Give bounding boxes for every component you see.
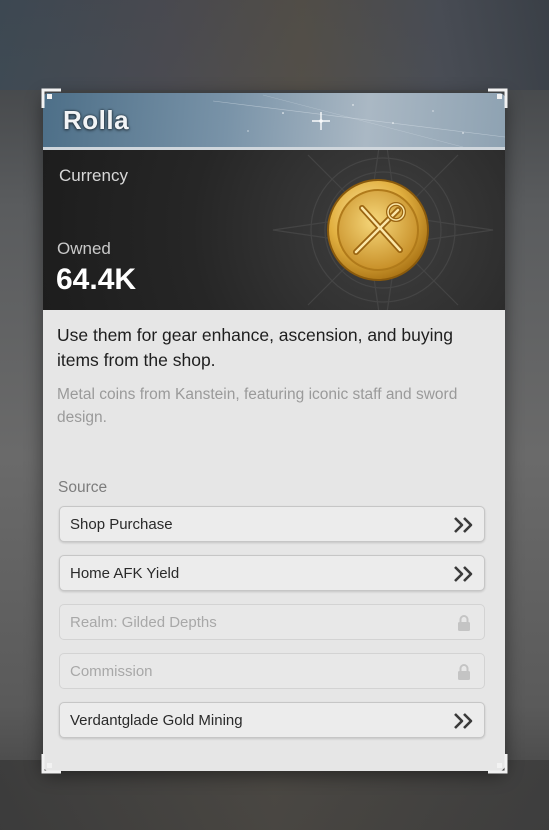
owned-value: 64.4K <box>56 263 137 296</box>
source-commission-button[interactable]: Commission <box>59 653 485 689</box>
double-chevron-right-icon <box>454 566 473 582</box>
double-chevron-right-icon <box>454 517 473 533</box>
source-item-label: Commission <box>70 663 153 680</box>
source-verdantglade-gold-mining-button[interactable]: Verdantglade Gold Mining <box>59 702 485 738</box>
gold-coin-icon <box>327 179 429 281</box>
source-heading: Source <box>58 479 108 496</box>
source-home-afk-yield-button[interactable]: Home AFK Yield <box>59 555 485 591</box>
owned-label: Owned <box>57 239 111 258</box>
source-item-label: Realm: Gilded Depths <box>70 614 217 631</box>
item-detail-card: Rolla Currency Owned 64.4K Use them for … <box>43 93 505 771</box>
item-title: Rolla <box>63 105 130 135</box>
corner-ornament-bottom-left <box>41 754 61 774</box>
source-item-label: Home AFK Yield <box>70 565 180 582</box>
lock-icon <box>458 615 470 631</box>
lock-icon <box>458 664 470 680</box>
source-realm-gilded-depths-button[interactable]: Realm: Gilded Depths <box>59 604 485 640</box>
background-blur-top <box>0 0 549 90</box>
item-flavor-text: Metal coins from Kanstein, featuring ico… <box>57 386 458 426</box>
item-description: Use them for gear enhance, ascension, an… <box>57 325 453 370</box>
corner-ornament-bottom-right <box>488 754 508 774</box>
corner-ornament-top-right <box>488 88 508 108</box>
corner-ornament-top-left <box>41 88 61 108</box>
source-item-label: Verdantglade Gold Mining <box>70 712 243 729</box>
source-item-label: Shop Purchase <box>70 516 173 533</box>
title-bar: Rolla <box>43 93 505 150</box>
double-chevron-right-icon <box>454 713 473 729</box>
item-hero-panel: Currency Owned 64.4K <box>43 150 505 310</box>
source-shop-purchase-button[interactable]: Shop Purchase <box>59 506 485 542</box>
item-type-label: Currency <box>59 166 128 185</box>
